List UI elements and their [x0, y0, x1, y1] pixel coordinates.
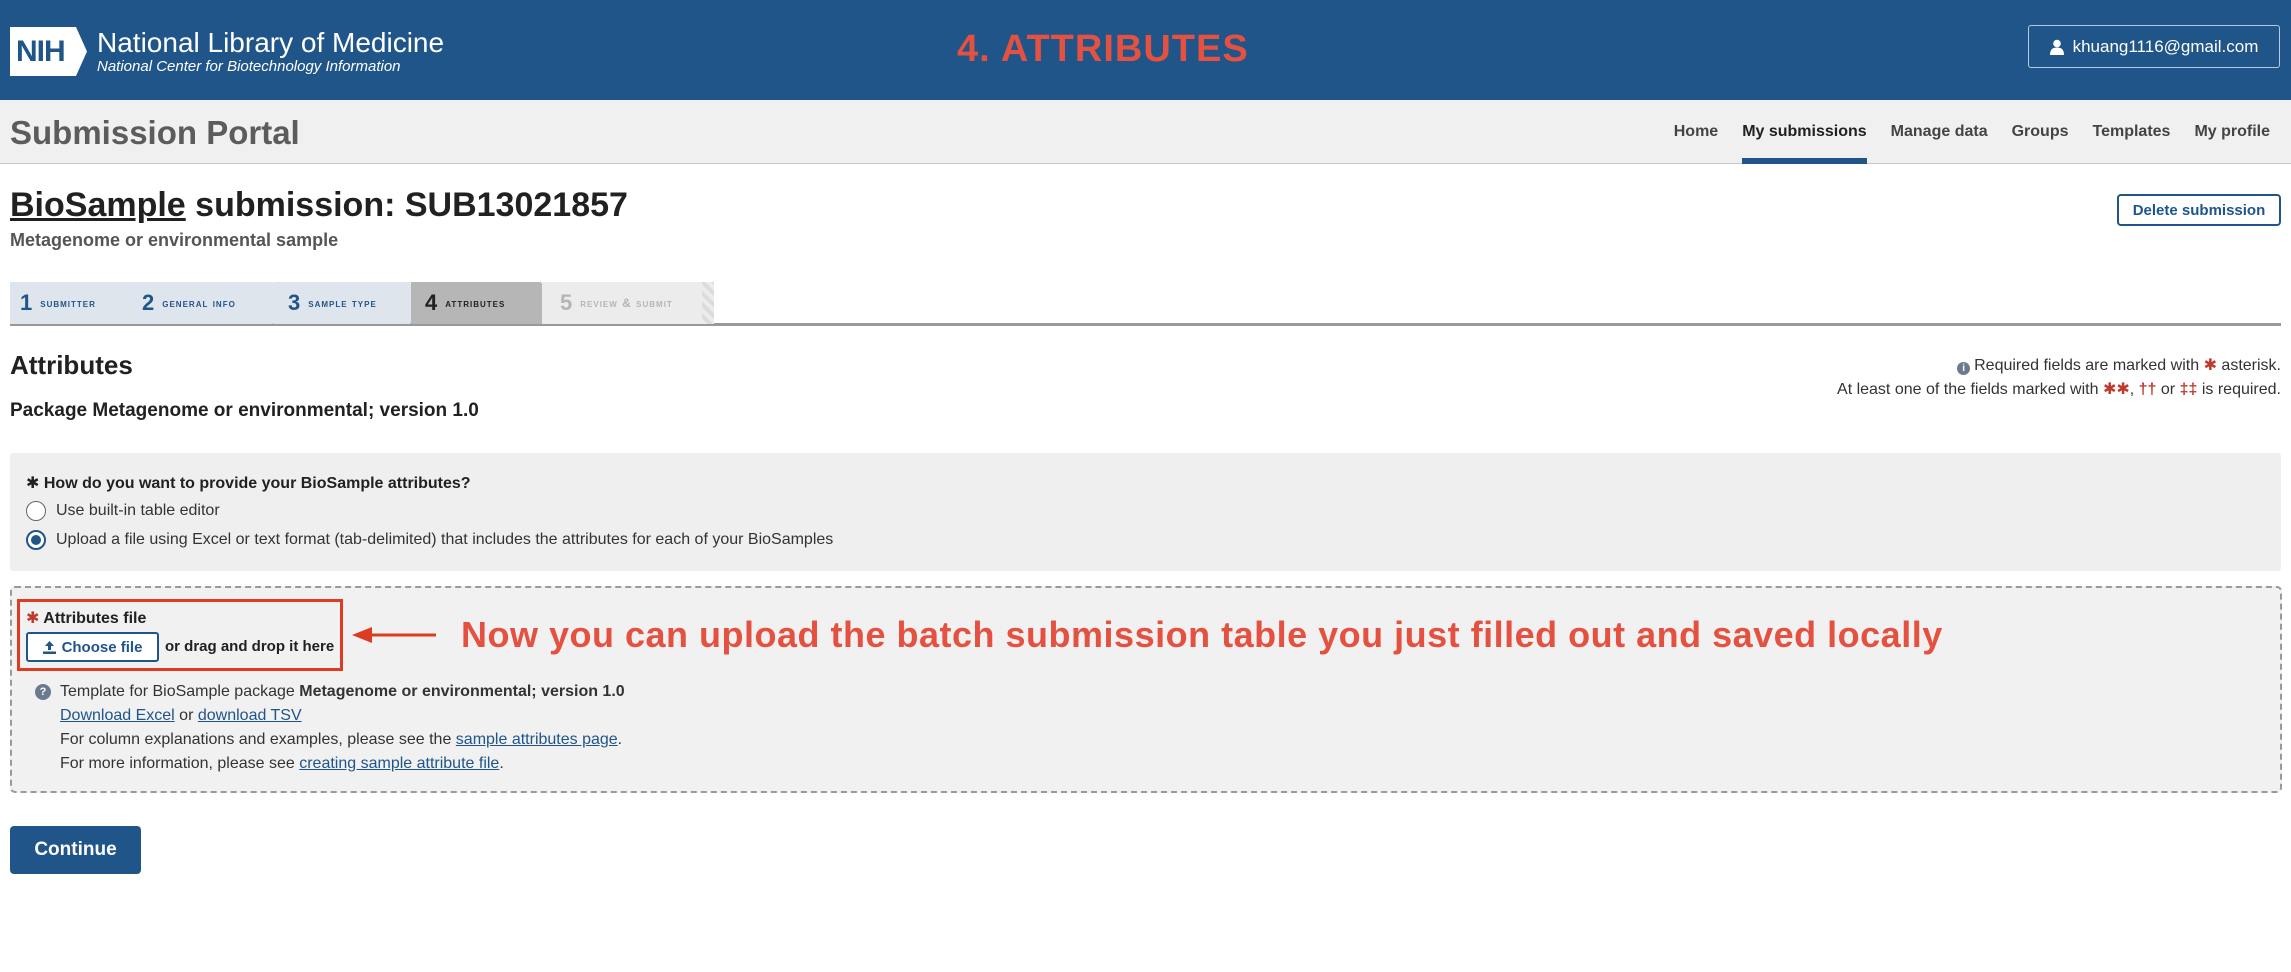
main-nav: Home My submissions Manage data Groups T…	[1662, 100, 2282, 164]
required-asterisk-icon: ✱	[26, 475, 40, 492]
step-tail	[702, 282, 714, 324]
step-attributes[interactable]: 4 ATTRIBUTES	[411, 282, 553, 324]
radio-button[interactable]	[26, 501, 46, 521]
template-package: Metagenome or environmental; version 1.0	[299, 683, 625, 700]
download-excel-link[interactable]: Download Excel	[60, 707, 175, 724]
portal-title[interactable]: Submission Portal	[10, 114, 300, 152]
step-number: 5	[560, 290, 573, 315]
or-text: or	[174, 707, 198, 724]
double-ddagger-icon: ‡‡	[2179, 381, 2198, 398]
step-label: GENERAL INFO	[162, 296, 236, 310]
drag-drop-text: or drag and drop it here	[165, 638, 335, 655]
info-icon: i	[1957, 362, 1971, 375]
package-label: Package Metagenome or environmental; ver…	[10, 400, 479, 421]
file-label-text: Attributes file	[43, 610, 147, 627]
required-notes: i Required fields are marked with ✱ aster…	[1837, 354, 2281, 402]
help-icon: ?	[35, 684, 51, 700]
option-table-editor[interactable]: Use built-in table editor	[26, 501, 220, 521]
page-title: BioSample submission: SUB13021857	[10, 186, 628, 225]
download-tsv-link[interactable]: download TSV	[198, 707, 302, 724]
step-general-info[interactable]: 2 GENERAL INFO	[128, 282, 285, 324]
portal-bar: Submission Portal Home My submissions Ma…	[0, 100, 2291, 164]
required-note-end: asterisk.	[2221, 357, 2281, 374]
submission-id: submission: SUB13021857	[185, 186, 628, 224]
period: .	[617, 731, 623, 748]
nlm-logo[interactable]: NIH National Library of Medicine Nationa…	[10, 27, 444, 76]
option-label: Upload a file using Excel or text format…	[56, 531, 834, 548]
option-upload-file[interactable]: Upload a file using Excel or text format…	[26, 530, 833, 550]
question-text: How do you want to provide your BioSampl…	[43, 475, 471, 492]
nav-manage-data[interactable]: Manage data	[1879, 100, 2000, 163]
step-label: ATTRIBUTES	[445, 296, 506, 310]
nav-my-submissions[interactable]: My submissions	[1730, 100, 1878, 164]
section-heading: Attributes	[10, 350, 133, 380]
upload-icon	[42, 640, 56, 654]
template-help: Template for BioSample package Metagenom…	[60, 680, 625, 776]
step-label: REVIEW & SUBMIT	[580, 296, 673, 310]
provide-question: ✱ How do you want to provide your BioSam…	[26, 473, 471, 493]
step-number: 1	[20, 290, 33, 315]
nav-templates[interactable]: Templates	[2080, 100, 2182, 163]
step-sample-type[interactable]: 3 SAMPLE TYPE	[274, 282, 422, 324]
submission-type: Metagenome or environmental sample	[10, 230, 339, 250]
step-number: 2	[142, 290, 155, 315]
more-prefix: For more information, please see	[60, 755, 300, 772]
org-subtitle: National Center for Biotechnology Inform…	[97, 57, 401, 75]
step-label: SAMPLE TYPE	[308, 296, 377, 310]
nav-my-profile[interactable]: My profile	[2182, 100, 2282, 163]
attributes-file-label: ✱ Attributes file	[26, 608, 146, 628]
creating-attribute-file-link[interactable]: creating sample attribute file	[299, 755, 499, 772]
asterisk-icon: ✱	[2203, 357, 2217, 374]
note-or: or	[2160, 381, 2176, 398]
step-number: 4	[425, 290, 438, 315]
double-asterisk-icon: ✱✱	[2102, 381, 2130, 398]
step-number: 3	[288, 290, 301, 315]
step-label: SUBMITTER	[40, 296, 96, 310]
note-end: is required.	[2201, 381, 2281, 398]
required-note-text: Required fields are marked with	[1974, 357, 2200, 374]
annotation-text: Now you can upload the batch submission …	[461, 614, 1943, 655]
required-asterisk-icon: ✱	[26, 610, 40, 627]
biosample-link[interactable]: BioSample	[10, 186, 186, 224]
choose-file-label: Choose file	[61, 638, 143, 656]
top-header: NIH National Library of Medicine Nationa…	[0, 0, 2291, 100]
step-review-submit: 5 REVIEW & SUBMIT	[542, 282, 714, 324]
nih-logo: NIH	[10, 27, 87, 76]
user-icon	[2049, 39, 2064, 55]
double-dagger-icon: ††	[2138, 381, 2157, 398]
org-title: National Library of Medicine	[97, 26, 445, 58]
step-submitter[interactable]: 1 SUBMITTER	[10, 282, 140, 324]
step-annotation: 4. ATTRIBUTES	[957, 28, 1249, 70]
choose-file-button[interactable]: Choose file	[26, 632, 159, 662]
continue-button[interactable]: Continue	[10, 826, 141, 874]
nav-home[interactable]: Home	[1662, 100, 1730, 163]
template-prefix: Template for BioSample package	[60, 683, 300, 700]
at-least-one-note: At least one of the fields marked with	[1837, 381, 2099, 398]
columns-prefix: For column explanations and examples, pl…	[60, 731, 456, 748]
nav-groups[interactable]: Groups	[2000, 100, 2081, 163]
user-email: khuang1116@gmail.com	[2072, 36, 2259, 56]
note-separator: ,	[2129, 381, 2135, 398]
user-account-button[interactable]: khuang1116@gmail.com	[2028, 25, 2280, 68]
provide-attributes-panel: ✱ How do you want to provide your BioSam…	[10, 453, 2281, 571]
annotation-arrow-icon	[352, 627, 436, 643]
nih-logo-text: NIH	[16, 35, 66, 68]
sample-attributes-link[interactable]: sample attributes page	[456, 731, 618, 748]
delete-submission-button[interactable]: Delete submission	[2117, 194, 2281, 226]
period: .	[499, 755, 504, 772]
radio-button-checked[interactable]	[26, 530, 46, 550]
option-label: Use built-in table editor	[56, 502, 220, 519]
